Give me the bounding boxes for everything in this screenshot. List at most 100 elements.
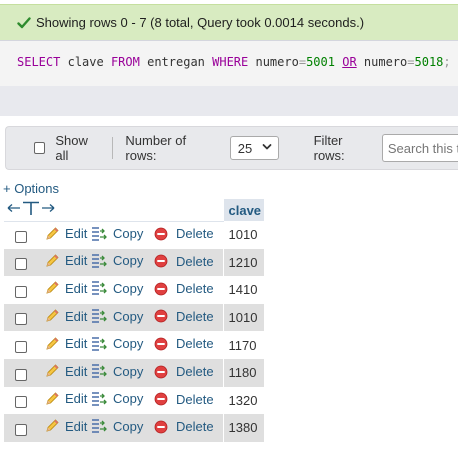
sql-query-box: SELECT clave FROM entregan WHERE numero=… xyxy=(0,40,458,116)
pencil-icon xyxy=(44,280,63,296)
edit-link[interactable]: Edit xyxy=(44,363,87,379)
edit-link[interactable]: Edit xyxy=(44,253,87,269)
delete-link[interactable]: Delete xyxy=(154,392,214,407)
copy-cell: Copy xyxy=(90,221,154,249)
delete-cell: Delete xyxy=(154,248,223,277)
copy-icon xyxy=(90,253,111,269)
filter-placeholder: Search this table xyxy=(387,140,458,156)
edit-link[interactable]: Edit xyxy=(44,418,87,434)
row-checkbox[interactable] xyxy=(15,396,27,409)
edit-cell: Edit xyxy=(36,386,90,415)
copy-icon xyxy=(90,308,111,324)
pencil-icon xyxy=(44,253,63,269)
sql-keyword: FROM xyxy=(110,55,140,69)
edit-link[interactable]: Edit xyxy=(44,226,87,242)
delete-link[interactable]: Delete xyxy=(154,364,214,379)
copy-link[interactable]: Copy xyxy=(90,336,143,352)
delete-icon xyxy=(154,282,171,296)
cell-clave: 1410 xyxy=(222,276,264,304)
sql-keyword: SELECT xyxy=(17,55,61,69)
edit-link[interactable]: Edit xyxy=(44,336,87,352)
copy-cell: Copy xyxy=(90,386,154,415)
copy-icon xyxy=(90,363,111,379)
delete-icon xyxy=(154,337,171,351)
edit-cell: Edit xyxy=(36,414,90,442)
edit-label: Edit xyxy=(65,280,88,296)
edit-cell: Edit xyxy=(36,358,90,387)
delete-link[interactable]: Delete xyxy=(154,254,214,269)
success-message: Showing rows 0 - 7 (8 total, Query took … xyxy=(0,4,458,40)
pencil-icon xyxy=(44,308,63,324)
edit-link[interactable]: Edit xyxy=(44,308,87,324)
pencil-icon xyxy=(44,418,63,434)
copy-link[interactable]: Copy xyxy=(90,418,143,434)
success-text: Showing rows 0 - 7 (8 total, Query took … xyxy=(36,15,365,30)
options-link[interactable]: + Options xyxy=(3,181,59,196)
delete-link[interactable]: Delete xyxy=(154,336,214,351)
edit-label: Edit xyxy=(65,226,88,242)
row-checkbox[interactable] xyxy=(15,368,27,381)
copy-cell: Copy xyxy=(90,331,154,359)
delete-cell: Delete xyxy=(154,221,223,249)
row-select-cell xyxy=(4,303,36,332)
table-row: Edit Copy Delete 1010 xyxy=(4,221,264,249)
copy-link[interactable]: Copy xyxy=(90,253,143,269)
sql-query[interactable]: SELECT clave FROM entregan WHERE numero=… xyxy=(0,41,458,86)
delete-label: Delete xyxy=(176,364,214,380)
sql-column: clave xyxy=(67,55,104,69)
rows-select[interactable]: 25 xyxy=(229,136,279,160)
pencil-icon xyxy=(44,226,63,242)
sql-field: numero xyxy=(255,55,299,69)
copy-label: Copy xyxy=(113,280,144,296)
table-row: Edit Copy Delete 1380 xyxy=(4,414,264,442)
delete-cell: Delete xyxy=(154,276,223,304)
delete-icon xyxy=(154,227,171,241)
copy-cell: Copy xyxy=(90,276,154,304)
edit-link[interactable]: Edit xyxy=(44,280,87,296)
delete-link[interactable]: Delete xyxy=(154,419,214,434)
copy-label: Copy xyxy=(113,253,144,269)
cell-clave: 1380 xyxy=(222,414,264,442)
filter-input[interactable]: Search this table xyxy=(381,134,458,162)
delete-link[interactable]: Delete xyxy=(154,226,214,241)
copy-link[interactable]: Copy xyxy=(90,308,143,324)
copy-link[interactable]: Copy xyxy=(90,280,143,296)
delete-icon xyxy=(154,392,171,406)
delete-cell: Delete xyxy=(154,303,223,332)
cell-clave: 1010 xyxy=(222,303,264,332)
copy-label: Copy xyxy=(113,308,144,324)
copy-link[interactable]: Copy xyxy=(90,391,143,407)
check-icon xyxy=(16,15,32,31)
column-header-clave[interactable]: clave xyxy=(222,199,264,221)
row-checkbox[interactable] xyxy=(15,258,27,271)
edit-cell: Edit xyxy=(36,303,90,332)
row-checkbox[interactable] xyxy=(15,285,27,298)
edit-link[interactable]: Edit xyxy=(44,391,87,407)
arrows-icon[interactable] xyxy=(6,200,56,216)
copy-icon xyxy=(90,280,111,296)
row-checkbox[interactable] xyxy=(15,340,27,353)
row-select-cell xyxy=(4,414,36,442)
delete-cell: Delete xyxy=(154,414,223,442)
row-checkbox[interactable] xyxy=(15,423,27,436)
delete-cell: Delete xyxy=(154,331,223,359)
pencil-icon xyxy=(44,391,63,407)
filter-label: Filter rows: xyxy=(313,133,345,163)
copy-cell: Copy xyxy=(90,248,154,277)
copy-link[interactable]: Copy xyxy=(90,226,143,242)
row-checkbox[interactable] xyxy=(15,230,27,243)
show-all-checkbox[interactable] xyxy=(34,142,46,154)
table-row: Edit Copy Delete 1010 xyxy=(4,303,264,332)
show-all-option[interactable]: Show all xyxy=(34,133,101,163)
cell-clave: 1170 xyxy=(222,331,264,359)
copy-link[interactable]: Copy xyxy=(90,363,143,379)
row-select-cell xyxy=(4,386,36,415)
delete-label: Delete xyxy=(176,253,214,269)
edit-cell: Edit xyxy=(36,276,90,304)
delete-link[interactable]: Delete xyxy=(154,309,214,324)
row-checkbox[interactable] xyxy=(15,313,27,326)
column-controls-header xyxy=(4,199,223,222)
copy-label: Copy xyxy=(113,226,144,242)
delete-link[interactable]: Delete xyxy=(154,281,214,296)
results-table: clave Edit Copy Delete 1010 Edit Copy Delete 12… xyxy=(4,199,264,442)
